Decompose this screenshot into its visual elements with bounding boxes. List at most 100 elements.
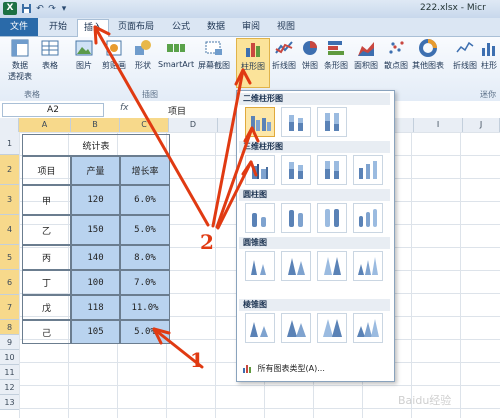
cylinder-3d-option[interactable]	[353, 203, 383, 233]
cone-3d-option[interactable]	[353, 251, 383, 281]
column-header-d[interactable]: D	[169, 118, 218, 132]
column-header-a[interactable]: A	[19, 118, 71, 132]
column-header-c[interactable]: C	[120, 118, 169, 132]
3d-clustered-column-option[interactable]	[245, 155, 275, 185]
cylinder-clustered-option[interactable]	[245, 203, 275, 233]
all-chart-types-link[interactable]: 所有图表类型(A)...	[243, 363, 325, 374]
tab-data[interactable]: 数据	[201, 19, 231, 35]
row-header-9[interactable]: 9	[0, 335, 19, 350]
header-cell[interactable]: 增长率	[120, 156, 170, 185]
output-cell[interactable]: 118	[71, 295, 120, 320]
screenshot-button[interactable]: 屏幕截图	[196, 38, 232, 71]
growth-cell[interactable]: 7.0%	[120, 270, 170, 295]
tab-review[interactable]: 审阅	[236, 19, 266, 35]
row-header-8[interactable]: 8	[0, 320, 19, 335]
cone-stacked-option[interactable]	[281, 251, 311, 281]
cone-clustered-option[interactable]	[245, 251, 275, 281]
picture-button[interactable]: 图片	[72, 38, 96, 71]
column-header-i[interactable]: I	[414, 118, 463, 132]
output-cell[interactable]: 105	[71, 320, 120, 344]
item-cell[interactable]: 戊	[22, 295, 71, 320]
tab-page-layout[interactable]: 页面布局	[110, 19, 162, 35]
undo-icon[interactable]: ↶	[34, 3, 46, 15]
tab-home[interactable]: 开始	[42, 19, 74, 35]
redo-icon[interactable]: ↷	[46, 3, 58, 15]
shapes-button[interactable]: 形状	[130, 38, 156, 71]
output-cell[interactable]: 100	[71, 270, 120, 295]
scatter-chart-button[interactable]: 散点图	[382, 38, 410, 71]
row-header-13[interactable]: 13	[0, 395, 19, 410]
item-cell[interactable]: 己	[22, 320, 71, 344]
smartart-button[interactable]: SmartArt	[158, 38, 194, 69]
item-cell[interactable]: 乙	[22, 215, 71, 245]
row-header-7[interactable]: 7	[0, 295, 19, 320]
pyramid-stacked-option[interactable]	[281, 313, 311, 343]
column-chart-button[interactable]: 柱形图	[236, 38, 270, 88]
growth-cell[interactable]: 8.0%	[120, 245, 170, 270]
save-icon[interactable]	[20, 3, 32, 15]
row-header-10[interactable]: 10	[0, 350, 19, 365]
cone-percent-option[interactable]	[317, 251, 347, 281]
header-cell[interactable]: 项目	[22, 156, 71, 185]
item-cell[interactable]: 甲	[22, 185, 71, 215]
tab-formulas[interactable]: 公式	[166, 19, 196, 35]
area-chart-button[interactable]: 面积图	[352, 38, 380, 71]
tab-view[interactable]: 视图	[271, 19, 301, 35]
fx-icon[interactable]: fx	[120, 103, 129, 113]
3d-column-option[interactable]	[353, 155, 383, 185]
row-header-5[interactable]: 5	[0, 245, 19, 270]
excel-app-icon[interactable]: X	[3, 2, 17, 15]
row-header-2[interactable]: 2	[0, 155, 19, 185]
output-cell[interactable]: 140	[71, 245, 120, 270]
growth-cell[interactable]: 6.0%	[120, 185, 170, 215]
pyramid-clustered-option[interactable]	[245, 313, 275, 343]
row-header-1[interactable]: 1	[0, 132, 19, 155]
output-cell[interactable]: 120	[71, 185, 120, 215]
cylinder-percent-option[interactable]	[317, 203, 347, 233]
table-button[interactable]: 表格	[38, 38, 62, 71]
row-header-4[interactable]: 4	[0, 215, 19, 245]
3d-stacked-column-option[interactable]	[281, 155, 311, 185]
cylinder-stacked-option[interactable]	[281, 203, 311, 233]
tab-insert[interactable]: 插入	[77, 19, 109, 37]
sparkline-column-label: 柱形	[481, 61, 497, 70]
title-bar: X ↶ ↷ ▾ 222.xlsx - Micr	[0, 0, 500, 18]
pyramid-percent-option[interactable]	[317, 313, 347, 343]
pivot-table-button[interactable]: 数据 透视表	[2, 38, 38, 82]
item-cell[interactable]: 丙	[22, 245, 71, 270]
name-box[interactable]: A2	[2, 103, 104, 117]
line-chart-button[interactable]: 折线图	[270, 38, 298, 71]
donut-chart-icon	[418, 38, 438, 58]
quick-access-dropdown-icon[interactable]: ▾	[58, 3, 70, 15]
shapes-icon	[133, 38, 153, 58]
formula-input[interactable]: 项目	[168, 104, 186, 117]
column-header-b[interactable]: B	[71, 118, 120, 132]
select-all-corner[interactable]	[0, 118, 19, 132]
table-icon	[40, 38, 60, 58]
pie-chart-button[interactable]: 饼图	[298, 38, 322, 71]
stacked-column-option[interactable]	[281, 107, 311, 137]
row-header-6[interactable]: 6	[0, 270, 19, 295]
row-header-12[interactable]: 12	[0, 380, 19, 395]
clipart-button[interactable]: 剪贴画	[100, 38, 128, 71]
pyramid-3d-option[interactable]	[353, 313, 383, 343]
table-title-cell[interactable]: 统计表	[22, 134, 170, 156]
header-cell[interactable]: 产量	[71, 156, 120, 185]
sparkline-column-button[interactable]: 柱形	[478, 38, 500, 71]
growth-cell[interactable]: 5.0%	[120, 215, 170, 245]
other-charts-button[interactable]: 其他图表	[410, 38, 446, 71]
item-cell[interactable]: 丁	[22, 270, 71, 295]
growth-cell[interactable]: 5.0%	[120, 320, 170, 344]
column-header-j[interactable]: J	[463, 118, 500, 132]
row-header-11[interactable]: 11	[0, 365, 19, 380]
bar-chart-button[interactable]: 条形图	[322, 38, 350, 71]
percent-stacked-column-option[interactable]	[317, 107, 347, 137]
growth-cell[interactable]: 11.0%	[120, 295, 170, 320]
3d-percent-column-option[interactable]	[317, 155, 347, 185]
clipart-icon	[104, 38, 124, 58]
output-cell[interactable]: 150	[71, 215, 120, 245]
clustered-column-option[interactable]	[245, 107, 275, 137]
sparkline-line-button[interactable]: 折线图	[452, 38, 478, 71]
row-header-3[interactable]: 3	[0, 185, 19, 215]
tab-file[interactable]: 文件	[0, 18, 38, 36]
